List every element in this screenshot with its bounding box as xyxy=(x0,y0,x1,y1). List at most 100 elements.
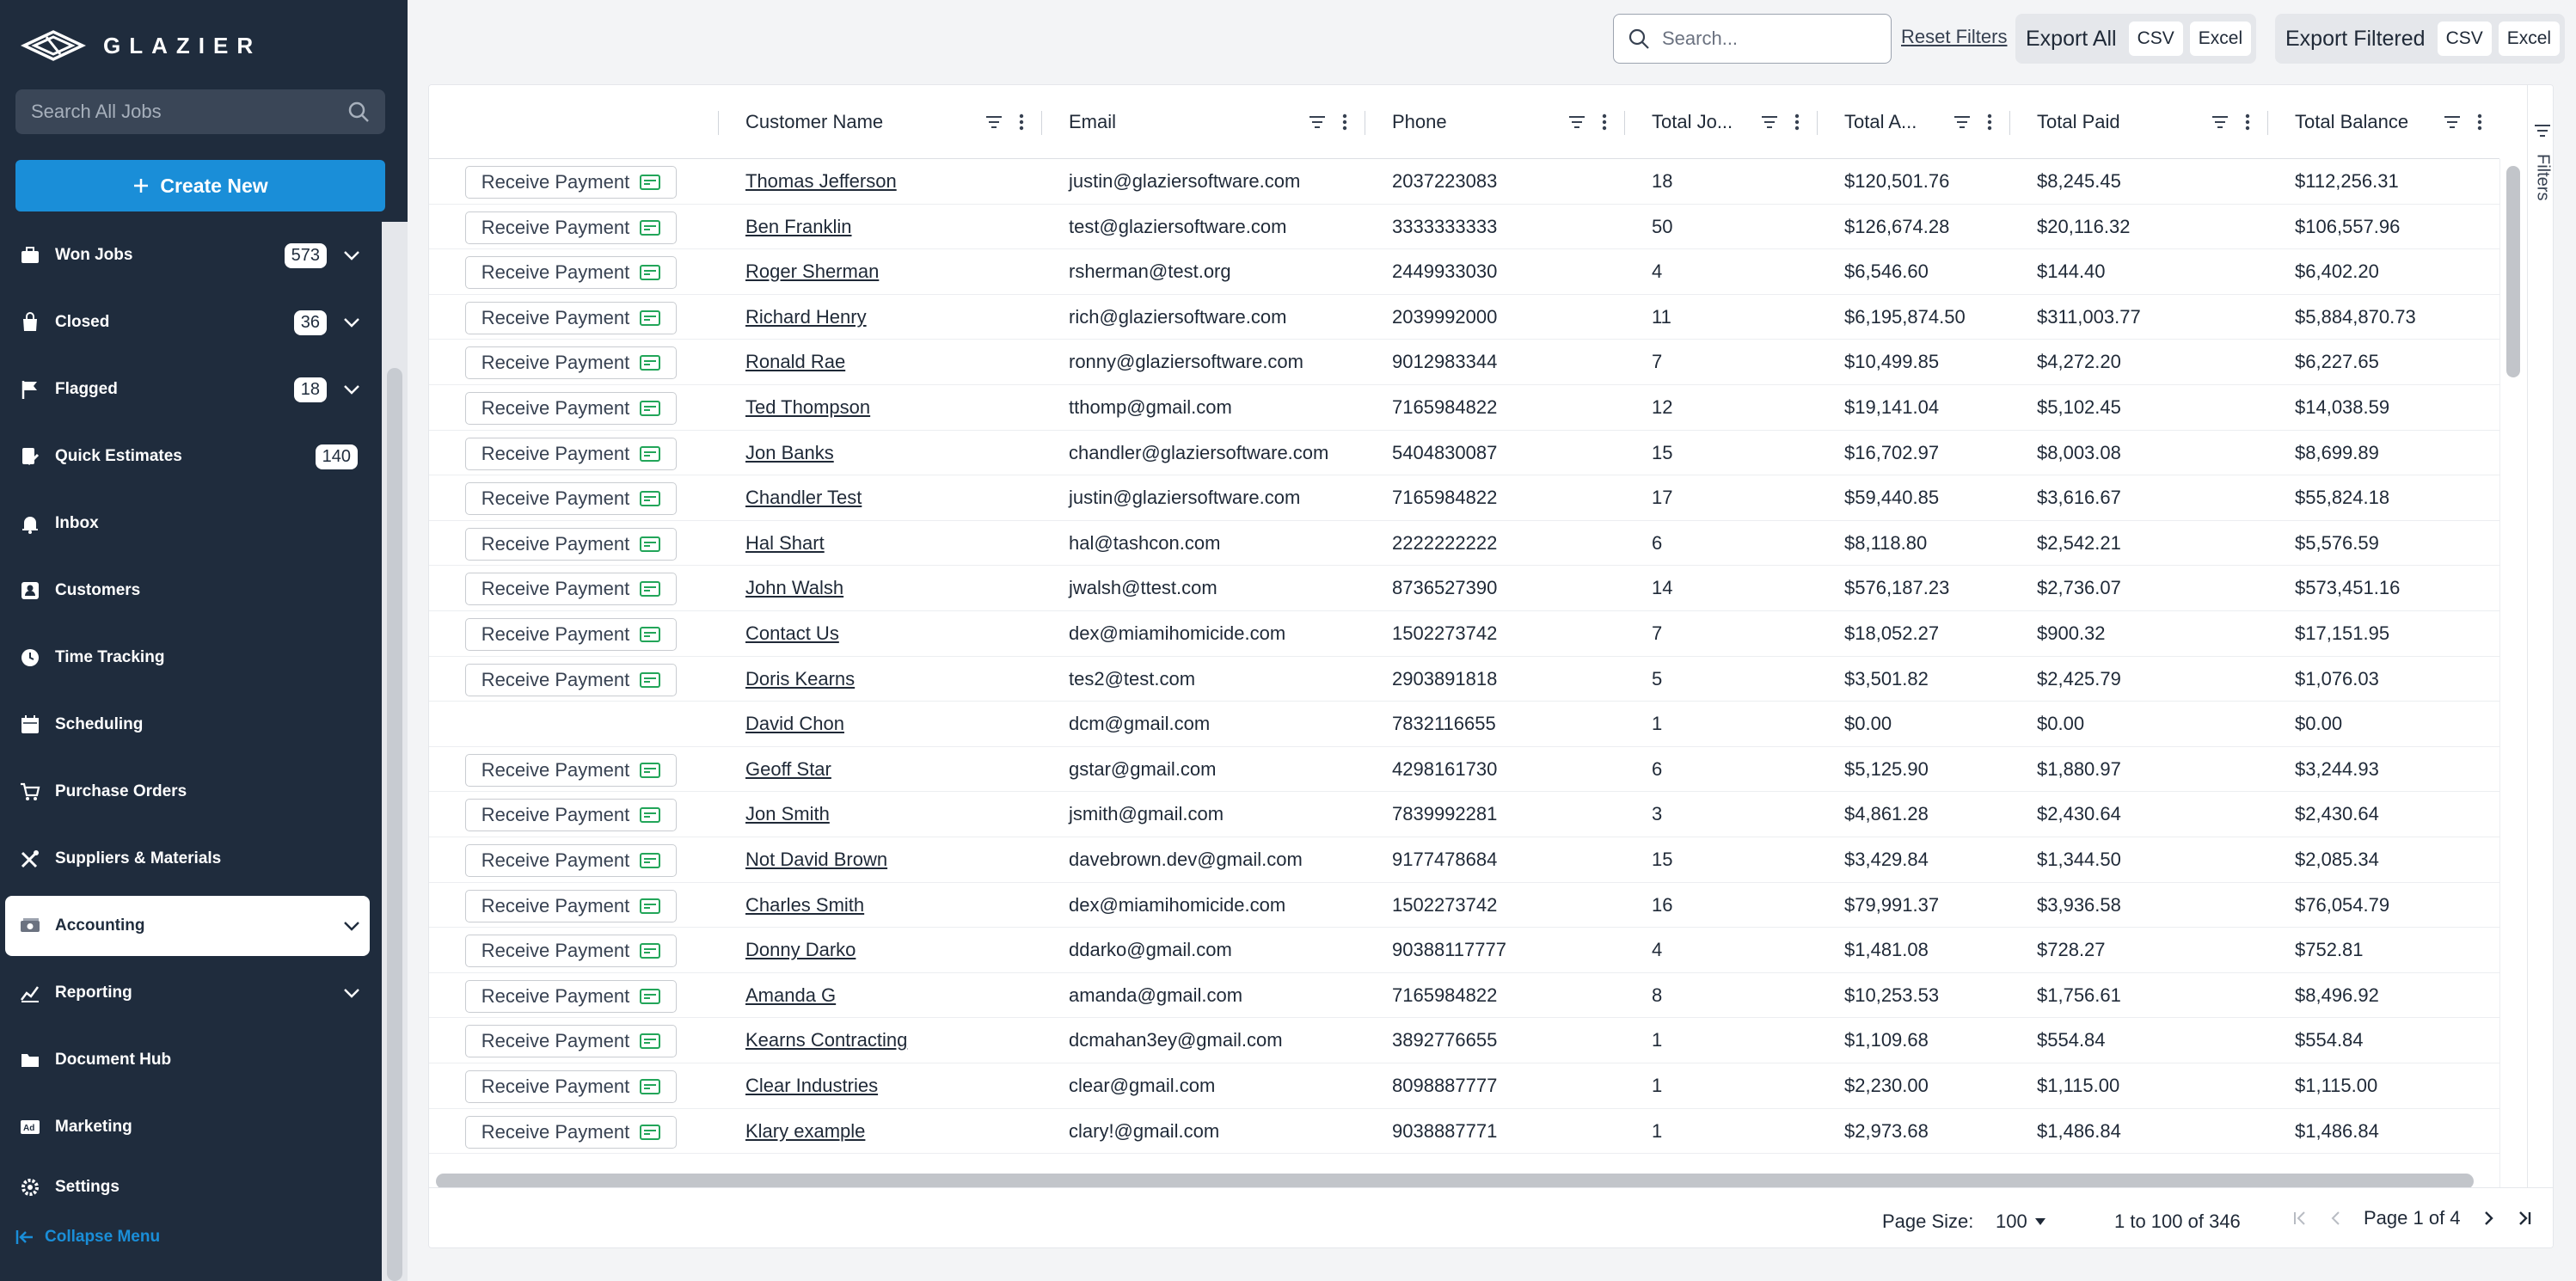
column-separator[interactable] xyxy=(1624,111,1625,135)
job-search-input[interactable] xyxy=(31,101,347,123)
chevron-down-icon[interactable] xyxy=(339,317,365,328)
customer-name-link[interactable]: Jon Smith xyxy=(745,792,1034,837)
column-menu-icon[interactable] xyxy=(1602,113,1607,131)
table-row[interactable]: Receive Payment Jon Smith jsmith@gmail.com… xyxy=(429,792,2499,837)
table-row[interactable]: Receive Payment Kearns Contracting dcmahan… xyxy=(429,1018,2499,1063)
table-row[interactable]: Receive Payment Jon Banks chandler@glazier… xyxy=(429,431,2499,476)
filters-tab[interactable]: Filters xyxy=(2530,123,2553,200)
vertical-scroll-thumb[interactable] xyxy=(2506,166,2520,377)
receive-payment-button[interactable]: Receive Payment xyxy=(465,889,677,922)
page-size-select[interactable]: 100 xyxy=(1996,1211,2046,1233)
receive-payment-button[interactable]: Receive Payment xyxy=(465,799,677,832)
chevron-down-icon[interactable] xyxy=(339,921,365,931)
customer-name-link[interactable]: Ronald Rae xyxy=(745,340,1034,384)
column-header-customer-name[interactable]: Customer Name xyxy=(718,85,1041,159)
customer-name-link[interactable]: Not David Brown xyxy=(745,837,1034,882)
receive-payment-button[interactable]: Receive Payment xyxy=(465,1070,677,1103)
customer-name-link[interactable]: David Chon xyxy=(745,702,1034,746)
table-row[interactable]: David Chon dcm@gmail.com 7832116655 1 $0.00 $… xyxy=(429,702,2499,747)
table-row[interactable]: Receive Payment Clear Industries clear@gma… xyxy=(429,1063,2499,1109)
table-row[interactable]: Receive Payment Donny Darko ddarko@gmail.c… xyxy=(429,928,2499,973)
receive-payment-button[interactable]: Receive Payment xyxy=(465,211,677,244)
reset-filters-link[interactable]: Reset Filters xyxy=(1901,26,2007,48)
receive-payment-button[interactable]: Receive Payment xyxy=(465,437,677,470)
export-all-csv-button[interactable]: CSV xyxy=(2128,21,2183,56)
customer-name-link[interactable]: Doris Kearns xyxy=(745,657,1034,702)
receive-payment-button[interactable]: Receive Payment xyxy=(465,844,677,877)
column-separator[interactable] xyxy=(718,111,719,135)
filter-icon[interactable] xyxy=(2211,114,2229,130)
table-row[interactable]: Receive Payment Klary example clary!@gmail… xyxy=(429,1109,2499,1155)
table-row[interactable]: Receive Payment Richard Henry rich@glazier… xyxy=(429,295,2499,340)
customer-name-link[interactable]: Clear Industries xyxy=(745,1063,1034,1108)
customer-name-link[interactable]: Roger Sherman xyxy=(745,249,1034,294)
app-logo[interactable]: GLAZIER xyxy=(21,28,261,64)
column-menu-icon[interactable] xyxy=(1342,113,1347,131)
table-row[interactable]: Receive Payment Roger Sherman rsherman@tes… xyxy=(429,249,2499,295)
receive-payment-button[interactable]: Receive Payment xyxy=(465,979,677,1013)
sidebar-item-reporting[interactable]: Reporting xyxy=(5,963,370,1023)
column-header-total-amount[interactable]: Total A... xyxy=(1817,85,2009,159)
column-header-phone[interactable]: Phone xyxy=(1365,85,1624,159)
table-row[interactable]: Receive Payment Not David Brown davebrown.… xyxy=(429,837,2499,883)
nav-scroll-thumb[interactable] xyxy=(387,368,402,1281)
column-header-total-paid[interactable]: Total Paid xyxy=(2009,85,2267,159)
column-header-total-balance[interactable]: Total Balance xyxy=(2267,85,2499,159)
sidebar-item-won-jobs[interactable]: Won Jobs 573 xyxy=(5,225,370,285)
receive-payment-button[interactable]: Receive Payment xyxy=(465,618,677,651)
sidebar-item-settings[interactable]: Settings xyxy=(5,1157,370,1217)
table-row[interactable]: Receive Payment Charles Smith dex@miamihom… xyxy=(429,883,2499,929)
table-row[interactable]: Receive Payment Amanda G amanda@gmail.com 7… xyxy=(429,973,2499,1019)
customer-name-link[interactable]: Donny Darko xyxy=(745,928,1034,972)
table-row[interactable]: Receive Payment John Walsh jwalsh@ttest.co… xyxy=(429,566,2499,611)
filter-icon[interactable] xyxy=(1760,114,1779,130)
column-header-email[interactable]: Email xyxy=(1041,85,1365,159)
column-separator[interactable] xyxy=(1041,111,1042,135)
filter-icon[interactable] xyxy=(1953,114,1972,130)
collapse-menu-button[interactable]: Collapse Menu xyxy=(15,1228,160,1247)
last-page-icon[interactable] xyxy=(2516,1210,2533,1227)
table-row[interactable]: Receive Payment Doris Kearns tes2@test.com… xyxy=(429,657,2499,702)
column-separator[interactable] xyxy=(2267,111,2268,135)
table-row[interactable]: Receive Payment Geoff Star gstar@gmail.com… xyxy=(429,747,2499,793)
chevron-down-icon[interactable] xyxy=(339,988,365,998)
customer-name-link[interactable]: Chandler Test xyxy=(745,475,1034,520)
table-row[interactable]: Receive Payment Thomas Jefferson justin@gl… xyxy=(429,159,2499,205)
customer-name-link[interactable]: Kearns Contracting xyxy=(745,1018,1034,1063)
column-menu-icon[interactable] xyxy=(1019,113,1024,131)
sidebar-item-time-tracking[interactable]: Time Tracking xyxy=(5,628,370,688)
filter-icon[interactable] xyxy=(2443,114,2462,130)
customer-name-link[interactable]: Thomas Jefferson xyxy=(745,159,1034,204)
next-page-icon[interactable] xyxy=(2480,1210,2497,1227)
table-row[interactable]: Receive Payment Ben Franklin test@glaziers… xyxy=(429,205,2499,250)
receive-payment-button[interactable]: Receive Payment xyxy=(465,527,677,561)
customer-name-link[interactable]: Klary example xyxy=(745,1109,1034,1154)
grid-search[interactable] xyxy=(1613,14,1892,64)
first-page-icon[interactable] xyxy=(2291,1210,2309,1227)
column-menu-icon[interactable] xyxy=(2245,113,2250,131)
receive-payment-button[interactable]: Receive Payment xyxy=(465,166,677,199)
sidebar-item-marketing[interactable]: Ad Marketing xyxy=(5,1097,370,1157)
receive-payment-button[interactable]: Receive Payment xyxy=(465,346,677,380)
customer-name-link[interactable]: Geoff Star xyxy=(745,747,1034,792)
column-menu-icon[interactable] xyxy=(1794,113,1800,131)
sidebar-item-inbox[interactable]: Inbox xyxy=(5,493,370,554)
create-new-button[interactable]: Create New xyxy=(15,160,385,211)
receive-payment-button[interactable]: Receive Payment xyxy=(465,392,677,425)
customer-name-link[interactable]: Richard Henry xyxy=(745,295,1034,340)
filter-icon[interactable] xyxy=(984,114,1003,130)
export-filtered-csv-button[interactable]: CSV xyxy=(2437,21,2492,56)
customer-name-link[interactable]: Ben Franklin xyxy=(745,205,1034,249)
customer-name-link[interactable]: Amanda G xyxy=(745,973,1034,1018)
previous-page-icon[interactable] xyxy=(2328,1210,2345,1227)
column-menu-icon[interactable] xyxy=(2477,113,2482,131)
column-menu-icon[interactable] xyxy=(1987,113,1992,131)
receive-payment-button[interactable]: Receive Payment xyxy=(465,663,677,696)
sidebar-item-quick-estimates[interactable]: Quick Estimates 140 xyxy=(5,426,370,487)
table-row[interactable]: Receive Payment Ted Thompson tthomp@gmail.… xyxy=(429,385,2499,431)
customer-name-link[interactable]: Hal Shart xyxy=(745,521,1034,566)
sidebar-item-accounting[interactable]: Accounting xyxy=(5,896,370,956)
grid-search-input[interactable] xyxy=(1662,28,1868,50)
table-row[interactable]: Receive Payment Ronald Rae ronny@glazierso… xyxy=(429,340,2499,385)
column-separator[interactable] xyxy=(1817,111,1818,135)
